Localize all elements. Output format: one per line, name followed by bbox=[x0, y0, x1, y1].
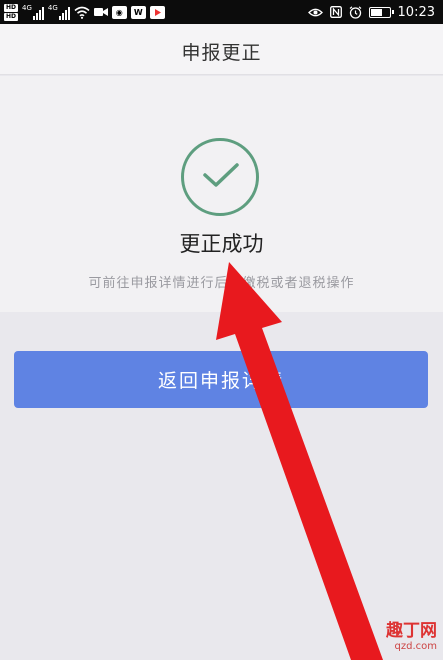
nfc-icon bbox=[329, 6, 342, 18]
hd-badge: HD bbox=[4, 3, 18, 12]
result-hint: 可前往申报详情进行后续缴税或者退税操作 bbox=[88, 276, 355, 291]
camera-app-icon: ◉ bbox=[111, 5, 127, 19]
signal-icon: 4G bbox=[48, 4, 70, 20]
video-app-icon bbox=[149, 5, 165, 19]
result-title: 更正成功 bbox=[179, 232, 264, 256]
signal-icon: 4G bbox=[22, 4, 44, 20]
status-left-icons: HD HD 4G 4G ◉ W bbox=[4, 2, 165, 22]
network-type-label: 4G bbox=[22, 4, 32, 12]
hd-badge: HD bbox=[4, 12, 18, 21]
status-time: 10:23 bbox=[397, 4, 435, 20]
status-bar: HD HD 4G 4G ◉ W 10:23 bbox=[0, 0, 443, 24]
status-right-icons: 10:23 bbox=[307, 2, 435, 22]
success-check-icon bbox=[181, 138, 259, 216]
hd-badges: HD HD bbox=[4, 3, 18, 21]
weibo-app-icon: W bbox=[130, 5, 146, 19]
alarm-icon bbox=[349, 5, 361, 19]
eye-comfort-icon bbox=[307, 8, 323, 16]
watermark-logo: 趣丁网 qzd.com bbox=[359, 616, 437, 652]
watermark-url: qzd.com bbox=[394, 641, 437, 652]
result-panel: 更正成功 可前往申报详情进行后续缴税或者退税操作 bbox=[0, 76, 443, 312]
page-title: 申报更正 bbox=[181, 42, 262, 64]
watermark-title: 趣丁网 bbox=[386, 621, 437, 641]
wifi-icon bbox=[74, 6, 90, 19]
battery-icon bbox=[368, 6, 394, 18]
video-camera-icon bbox=[93, 8, 108, 16]
header-bar: 申报更正 bbox=[0, 24, 443, 75]
network-type-label: 4G bbox=[47, 4, 58, 12]
back-to-details-button[interactable]: 返回申报详情 bbox=[14, 351, 428, 408]
